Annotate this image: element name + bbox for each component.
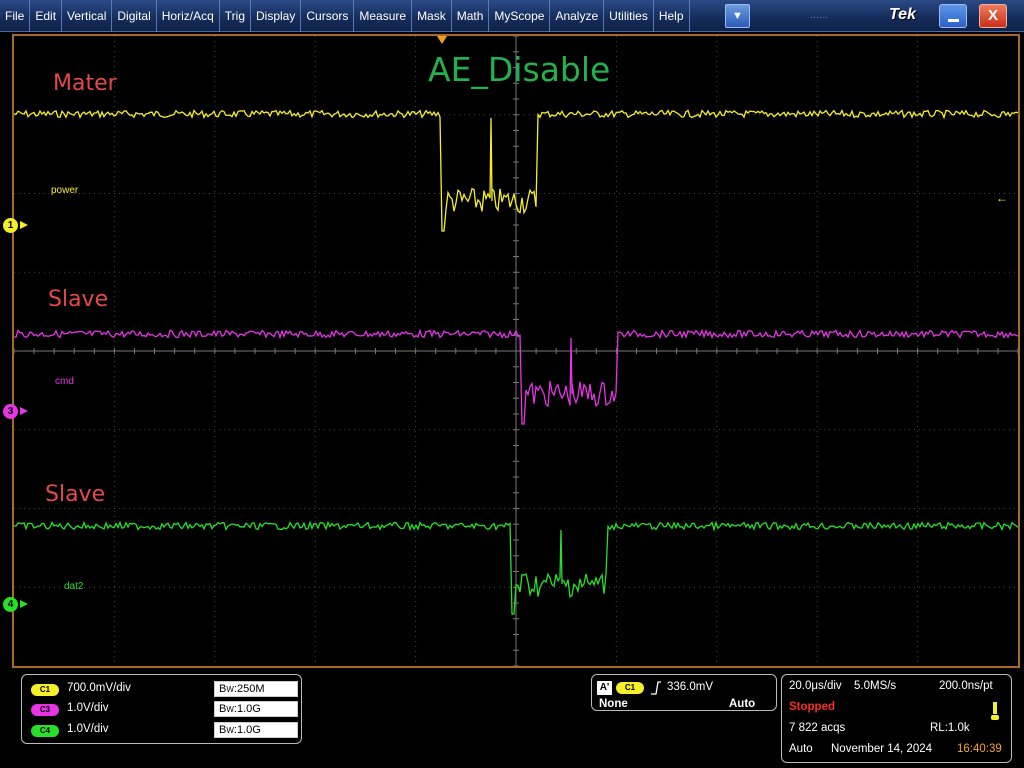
trigger-settings-panel[interactable]: A' C1 336.0mV None Auto — [591, 674, 777, 711]
trigger-mode: Auto — [729, 698, 756, 710]
vertical-settings-panel[interactable]: C1 700.0mV/div BW:250M C3 1.0V/div BW:1.… — [21, 674, 302, 744]
trigger-level-arrow-icon[interactable]: ← — [996, 191, 1008, 205]
menu-vertical[interactable]: Vertical — [62, 0, 113, 32]
date: November 14, 2024 — [831, 743, 933, 755]
horizontal-scale: 20.0μs/div — [789, 680, 842, 692]
acquisition-mode: Auto — [789, 743, 813, 755]
bw-sub: W — [226, 726, 234, 735]
bw-value: :1.0G — [233, 703, 261, 715]
close-button[interactable]: X — [979, 4, 1007, 28]
ch1-marker-arrow — [20, 221, 28, 229]
rising-edge-icon — [651, 681, 661, 695]
menu-math[interactable]: Math — [452, 0, 490, 32]
ghost-text: ...... — [810, 9, 829, 21]
menu-mask[interactable]: Mask — [412, 0, 452, 32]
menu-file[interactable]: File — [0, 0, 31, 32]
minimize-icon — [948, 19, 959, 22]
trigger-position-marker[interactable] — [437, 36, 447, 44]
trigger-level: 336.0mV — [667, 681, 714, 693]
ch3-badge[interactable]: C3 — [31, 704, 59, 716]
ch4-badge[interactable]: C4 — [31, 725, 59, 737]
menu-utilities[interactable]: Utilities — [604, 0, 654, 32]
ch1-bandwidth[interactable]: BW:250M — [214, 681, 298, 697]
ch3-marker-arrow — [20, 407, 28, 415]
ch1-marker[interactable]: 1 — [3, 218, 18, 233]
menu-items: File Edit Vertical Digital Horiz/Acq Tri… — [0, 0, 690, 32]
graticule — [14, 36, 1018, 666]
menu-horiz-acq[interactable]: Horiz/Acq — [157, 0, 220, 32]
menu-digital[interactable]: Digital — [112, 0, 157, 32]
minimize-button[interactable] — [939, 4, 967, 28]
bw-value: :1.0G — [233, 724, 261, 736]
annotation-master: Mater — [53, 71, 117, 96]
time-resolution: 200.0ns/pt — [939, 680, 993, 692]
horizontal-acq-panel[interactable]: 20.0μs/div 5.0MS/s 200.0ns/pt Stopped 7 … — [781, 674, 1012, 763]
ch3-label: cmd — [55, 376, 74, 387]
ch4-marker-arrow — [20, 600, 28, 608]
menu-measure[interactable]: Measure — [354, 0, 413, 32]
menu-analyze[interactable]: Analyze — [550, 0, 605, 32]
waveform-display[interactable] — [12, 34, 1020, 668]
trigger-source-badge: C1 — [616, 682, 644, 694]
annotation-slave-2: Slave — [45, 482, 106, 507]
menu-cursors[interactable]: Cursors — [301, 0, 355, 32]
menu-help[interactable]: Help — [654, 0, 690, 32]
record-length: RL:1.0k — [930, 722, 970, 734]
ch3-scale[interactable]: 1.0V/div — [67, 702, 109, 714]
ch4-marker[interactable]: 4 — [3, 597, 18, 612]
sample-rate: 5.0MS/s — [854, 680, 897, 692]
ch4-bandwidth[interactable]: BW:1.0G — [214, 722, 298, 738]
ch1-scale[interactable]: 700.0mV/div — [67, 682, 131, 694]
time: 16:40:39 — [957, 743, 1002, 755]
bw-value: :250M — [233, 683, 265, 695]
chevron-down-icon[interactable]: ▼ — [725, 4, 750, 28]
menu-edit[interactable]: Edit — [30, 0, 63, 32]
menu-bar: File Edit Vertical Digital Horiz/Acq Tri… — [0, 0, 1024, 32]
ch4-scale[interactable]: 1.0V/div — [67, 723, 109, 735]
ch3-marker[interactable]: 3 — [3, 404, 18, 419]
tek-logo: Tek — [889, 6, 916, 23]
ch1-label: power — [51, 185, 79, 196]
bw-sub: W — [226, 685, 234, 694]
menu-trig[interactable]: Trig — [220, 0, 251, 32]
trigger-type-badge: A' — [597, 681, 612, 695]
trigger-coupling: None — [599, 698, 628, 710]
acquisition-state: Stopped — [789, 701, 835, 713]
bw-sub: W — [226, 705, 234, 714]
oscilloscope-app: File Edit Vertical Digital Horiz/Acq Tri… — [0, 0, 1024, 768]
ch3-bandwidth[interactable]: BW:1.0G — [214, 701, 298, 717]
acquisition-count: 7 822 acqs — [789, 722, 846, 734]
annotation-slave-1: Slave — [48, 287, 109, 312]
ch1-badge[interactable]: C1 — [31, 684, 59, 696]
menu-myscope[interactable]: MyScope — [489, 0, 551, 32]
trigger-status-icon — [991, 702, 999, 720]
ch4-label: dat2 — [64, 581, 84, 592]
menu-display[interactable]: Display — [251, 0, 302, 32]
annotation-title: AE_Disable — [428, 50, 611, 89]
